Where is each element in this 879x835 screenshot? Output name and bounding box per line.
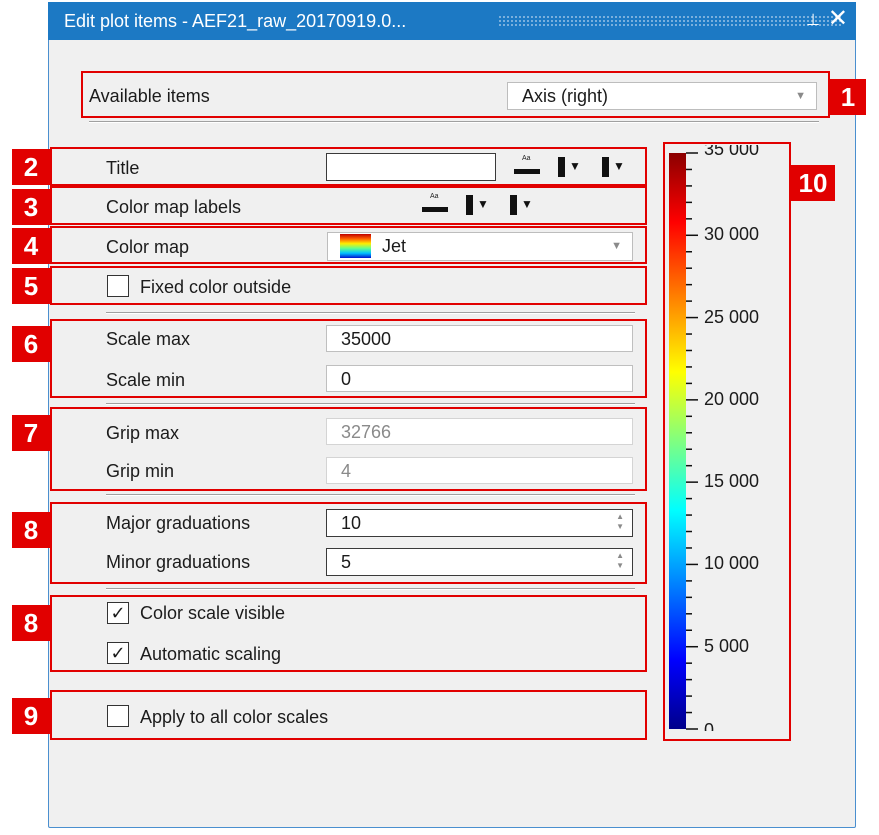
badge-3: 3 <box>12 189 50 225</box>
badge-8a: 8 <box>12 512 50 548</box>
annotation-box-7 <box>50 407 647 491</box>
divider <box>89 121 819 123</box>
title-bar[interactable]: Edit plot items - AEF21_raw_20170919.0..… <box>48 2 856 40</box>
annotation-box-8b <box>50 595 647 672</box>
badge-7: 7 <box>12 415 50 451</box>
drag-grip[interactable] <box>498 15 843 27</box>
divider <box>106 403 635 405</box>
close-icon[interactable]: ✕ <box>828 6 848 32</box>
badge-9: 9 <box>12 698 50 734</box>
badge-8b: 8 <box>12 605 50 641</box>
annotation-box-3 <box>50 186 647 225</box>
annotation-box-5 <box>50 266 647 305</box>
badge-4: 4 <box>12 228 50 264</box>
badge-5: 5 <box>12 268 50 304</box>
badge-2: 2 <box>12 149 50 185</box>
badge-10: 10 <box>791 165 835 201</box>
window-title: Edit plot items - AEF21_raw_20170919.0..… <box>64 11 407 31</box>
badge-6: 6 <box>12 326 50 362</box>
divider <box>106 494 635 496</box>
annotation-box-9 <box>50 690 647 740</box>
annotation-box-10 <box>663 142 791 741</box>
annotation-box-6 <box>50 319 647 398</box>
annotation-box-1 <box>81 71 830 118</box>
pin-icon[interactable]: ⊥ <box>806 10 820 30</box>
annotation-box-8a <box>50 502 647 584</box>
divider <box>106 312 635 314</box>
annotation-box-2 <box>50 147 647 186</box>
divider <box>106 588 635 590</box>
badge-1: 1 <box>830 79 866 115</box>
annotation-box-4 <box>50 226 647 264</box>
